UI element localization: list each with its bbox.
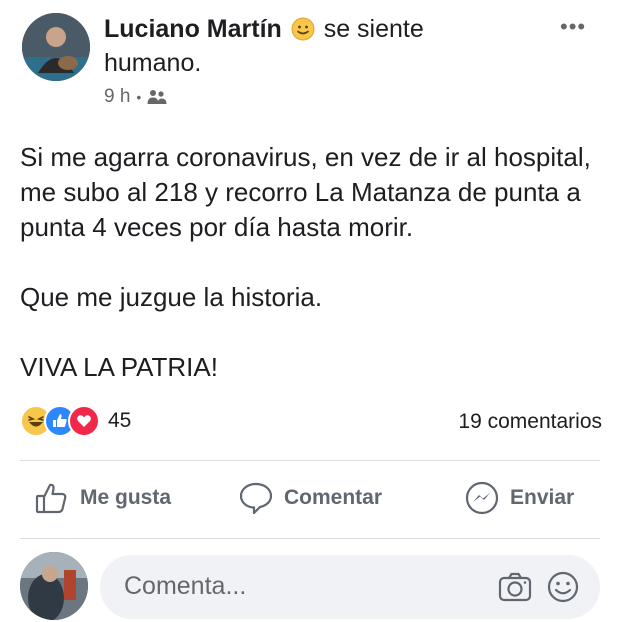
feeling-text: se siente [323,15,424,43]
author-name[interactable]: Luciano Martín [104,15,282,43]
post-time[interactable]: 9 h [104,86,130,108]
post-text: Si me agarra coronavirus, en vez de ir a… [20,140,610,385]
like-button[interactable]: Me gusta [34,480,171,516]
reactions-summary[interactable]: 45 [20,405,131,437]
comments-count-link[interactable]: 19 comentarios [458,410,602,434]
author-avatar[interactable] [22,13,90,81]
send-label: Enviar [510,486,575,509]
friends-icon [147,89,167,105]
comment-label: Comentar [284,486,383,509]
comment-input[interactable] [122,571,456,602]
messenger-icon [464,480,500,516]
comment-composer[interactable] [100,555,600,619]
reaction-count: 45 [108,409,132,432]
divider [20,538,600,539]
like-label: Me gusta [80,486,172,509]
feeling-emoji-icon [291,17,315,48]
feeling-value[interactable]: humano. [104,48,201,78]
post-paragraph: VIVA LA PATRIA! [20,352,218,382]
camera-icon[interactable] [497,569,533,605]
comment-button[interactable]: Comentar [238,480,382,516]
post-paragraph: Si me agarra coronavirus, en vez de ir a… [20,142,591,242]
more-options-button[interactable]: ••• [560,14,586,40]
emoji-icon[interactable] [545,569,581,605]
post-paragraph: Que me juzgue la historia. [20,282,323,312]
divider [20,460,600,461]
thumbs-up-icon [34,480,70,516]
post-meta: 9 h • [104,86,167,108]
send-button[interactable]: Enviar [464,480,574,516]
love-reaction-icon [68,405,100,437]
meta-separator: • [136,89,142,105]
comment-bubble-icon [238,480,274,516]
post-header: Luciano Martín se siente [104,14,424,48]
current-user-avatar[interactable] [20,552,88,620]
